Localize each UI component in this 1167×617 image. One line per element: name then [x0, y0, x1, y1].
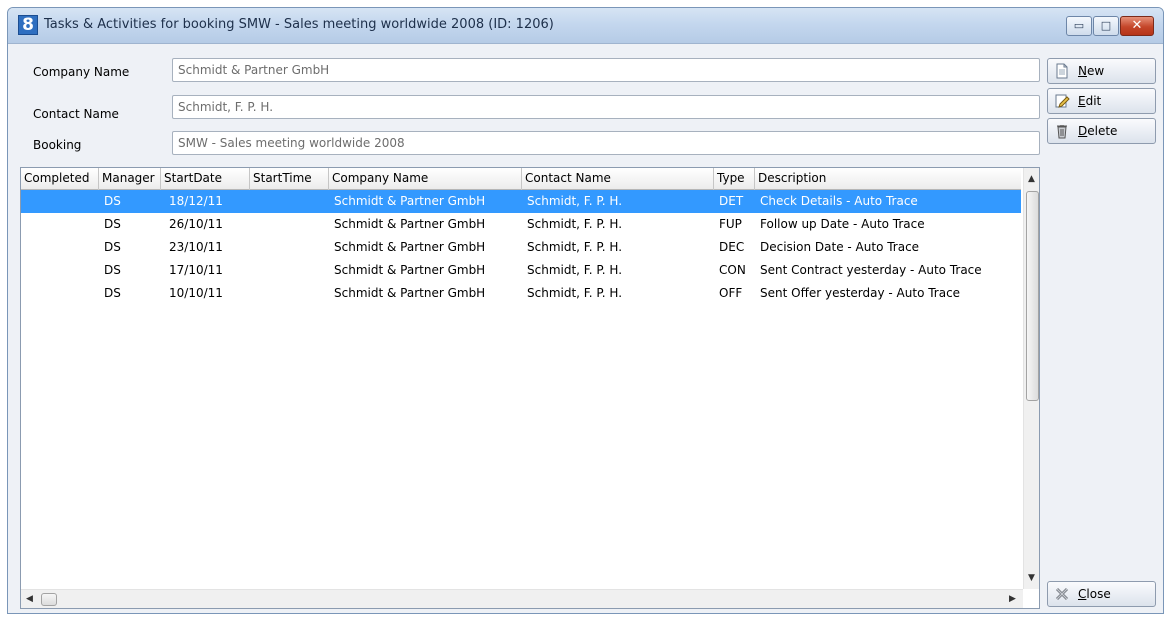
cell-manager: DS [104, 240, 121, 254]
cell-starttime [252, 282, 258, 305]
cell-starttime [252, 236, 258, 259]
horizontal-scroll-thumb[interactable] [41, 593, 57, 606]
cell-company-name: Schmidt & Partner GmbH [334, 217, 486, 231]
cell-description: Follow up Date - Auto Trace [760, 217, 925, 231]
app-logo-icon: 8 [18, 15, 38, 35]
edit-button-label: Edit [1078, 94, 1102, 108]
booking-label: Booking [33, 138, 82, 152]
maximize-button[interactable]: □ [1093, 16, 1119, 36]
cell-startdate: 26/10/11 [169, 217, 223, 231]
cell-contact-name: Schmidt, F. P. H. [527, 217, 623, 231]
tasks-activities-window: 8 Tasks & Activities for booking SMW - S… [7, 7, 1164, 614]
cell-manager: DS [104, 194, 121, 208]
window-close-button[interactable]: ✕ [1120, 16, 1154, 36]
cell-description: Check Details - Auto Trace [760, 194, 918, 208]
minimize-icon: ▭ [1073, 19, 1085, 32]
new-document-icon [1054, 63, 1070, 79]
cell-contact-name: Schmidt, F. P. H. [527, 263, 623, 277]
table-row[interactable]: DS 10/10/11 Schmidt & Partner GmbH Schmi… [21, 282, 1021, 305]
cell-manager: DS [104, 286, 121, 300]
cell-company-name: Schmidt & Partner GmbH [334, 194, 486, 208]
cell-description: Decision Date - Auto Trace [760, 240, 920, 254]
scroll-down-arrow-icon[interactable]: ▼ [1028, 573, 1035, 583]
cell-type: CON [719, 263, 746, 277]
cell-manager: DS [104, 263, 121, 277]
column-header-description[interactable]: Description [755, 168, 1023, 190]
cell-startdate: 10/10/11 [169, 286, 223, 300]
edit-pencil-icon [1054, 93, 1070, 109]
window-title: Tasks & Activities for booking SMW - Sal… [44, 17, 554, 32]
table-row[interactable]: DS 23/10/11 Schmidt & Partner GmbH Schmi… [21, 236, 1021, 259]
grid-header: Completed Manager StartDate StartTime Co… [21, 168, 1021, 190]
contact-name-label: Contact Name [33, 107, 119, 121]
close-button-label: Close [1078, 587, 1111, 601]
booking-field[interactable]: SMW - Sales meeting worldwide 2008 [172, 131, 1040, 155]
horizontal-scrollbar[interactable]: ◀ ▶ [21, 589, 1023, 608]
cell-completed [21, 259, 27, 282]
cell-type: DEC [719, 240, 745, 254]
column-header-type[interactable]: Type [714, 168, 755, 190]
new-button-label: New [1078, 64, 1105, 78]
cell-contact-name: Schmidt, F. P. H. [527, 286, 623, 300]
cell-startdate: 18/12/11 [169, 194, 223, 208]
close-icon: ✕ [1131, 18, 1143, 33]
vertical-scroll-thumb[interactable] [1026, 191, 1039, 401]
cell-contact-name: Schmidt, F. P. H. [527, 240, 623, 254]
cell-completed [21, 213, 27, 236]
cell-description: Sent Offer yesterday - Auto Trace [760, 286, 961, 300]
column-header-startdate[interactable]: StartDate [161, 168, 250, 190]
table-row[interactable]: DS 17/10/11 Schmidt & Partner GmbH Schmi… [21, 259, 1021, 282]
maximize-icon: □ [1100, 19, 1112, 32]
close-x-icon [1054, 586, 1070, 602]
table-row[interactable]: DS 18/12/11 Schmidt & Partner GmbH Schmi… [21, 190, 1021, 213]
cell-completed [21, 282, 27, 305]
vertical-scrollbar[interactable]: ▲ ▼ [1023, 168, 1039, 589]
edit-button[interactable]: Edit [1047, 88, 1156, 114]
tasks-grid: Completed Manager StartDate StartTime Co… [20, 167, 1040, 609]
company-name-label: Company Name [33, 65, 130, 79]
column-header-company-name[interactable]: Company Name [329, 168, 522, 190]
cell-completed [21, 236, 27, 259]
cell-description: Sent Contract yesterday - Auto Trace [760, 263, 982, 277]
delete-button[interactable]: Delete [1047, 118, 1156, 144]
cell-contact-name: Schmidt, F. P. H. [527, 194, 623, 208]
close-button[interactable]: Close [1047, 581, 1156, 607]
cell-startdate: 23/10/11 [169, 240, 223, 254]
cell-type: OFF [719, 286, 743, 300]
cell-startdate: 17/10/11 [169, 263, 223, 277]
scroll-up-arrow-icon[interactable]: ▲ [1028, 174, 1035, 184]
minimize-button[interactable]: ▭ [1066, 16, 1092, 36]
table-row[interactable]: DS 26/10/11 Schmidt & Partner GmbH Schmi… [21, 213, 1021, 236]
cell-starttime [252, 213, 258, 236]
cell-completed [21, 190, 27, 213]
cell-company-name: Schmidt & Partner GmbH [334, 286, 486, 300]
delete-button-label: Delete [1078, 124, 1118, 138]
cell-starttime [252, 190, 258, 213]
cell-type: FUP [719, 217, 742, 231]
cell-manager: DS [104, 217, 121, 231]
scroll-right-arrow-icon[interactable]: ▶ [1009, 594, 1016, 604]
cell-company-name: Schmidt & Partner GmbH [334, 263, 486, 277]
scroll-left-arrow-icon[interactable]: ◀ [26, 594, 33, 604]
cell-type: DET [719, 194, 744, 208]
title-bar[interactable]: 8 Tasks & Activities for booking SMW - S… [8, 8, 1163, 44]
new-button[interactable]: New [1047, 58, 1156, 84]
cell-starttime [252, 259, 258, 282]
contact-name-field[interactable]: Schmidt, F. P. H. [172, 95, 1040, 119]
cell-company-name: Schmidt & Partner GmbH [334, 240, 486, 254]
column-header-completed[interactable]: Completed [21, 168, 99, 190]
trash-icon [1054, 123, 1070, 139]
company-name-field[interactable]: Schmidt & Partner GmbH [172, 58, 1040, 82]
column-header-starttime[interactable]: StartTime [250, 168, 329, 190]
column-header-contact-name[interactable]: Contact Name [522, 168, 714, 190]
column-header-manager[interactable]: Manager [99, 168, 161, 190]
